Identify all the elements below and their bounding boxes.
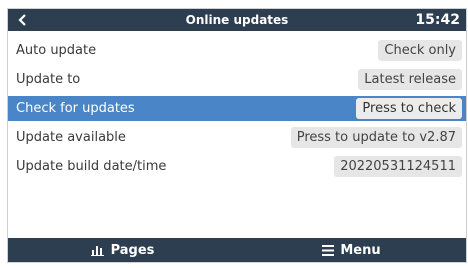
menu-label: Menu	[340, 242, 381, 258]
row-check-for-updates[interactable]: Check for updates Press to check	[8, 96, 466, 121]
row-value: Latest release	[358, 69, 462, 90]
row-label: Update available	[16, 130, 126, 145]
hamburger-menu-icon	[322, 244, 335, 256]
page-title: Online updates	[185, 13, 289, 27]
clock: 15:42	[415, 12, 460, 28]
row-label: Auto update	[16, 43, 97, 58]
row-label: Update build date/time	[16, 159, 167, 174]
settings-list: Auto update Check only Update to Latest …	[8, 38, 466, 183]
title-bar: Online updates 15:42	[8, 9, 466, 31]
row-label: Check for updates	[16, 101, 135, 116]
row-auto-update[interactable]: Auto update Check only	[8, 38, 466, 63]
menu-button[interactable]: Menu	[237, 238, 466, 262]
row-update-build-date: Update build date/time 20220531124511	[8, 154, 466, 179]
device-screen: Online updates 15:42 Auto update Check o…	[7, 8, 467, 263]
press-to-check-button[interactable]: Press to check	[356, 98, 462, 119]
bottom-nav-bar: Pages Menu	[8, 238, 466, 262]
row-update-available[interactable]: Update available Press to update to v2.8…	[8, 125, 466, 150]
bar-chart-icon	[90, 246, 104, 256]
row-value: Check only	[378, 40, 462, 61]
row-label: Update to	[16, 72, 81, 87]
row-update-to[interactable]: Update to Latest release	[8, 67, 466, 92]
pages-button[interactable]: Pages	[8, 238, 237, 262]
pages-label: Pages	[110, 242, 155, 258]
press-to-update-button[interactable]: Press to update to v2.87	[290, 127, 462, 148]
row-value: 20220531124511	[334, 156, 462, 177]
